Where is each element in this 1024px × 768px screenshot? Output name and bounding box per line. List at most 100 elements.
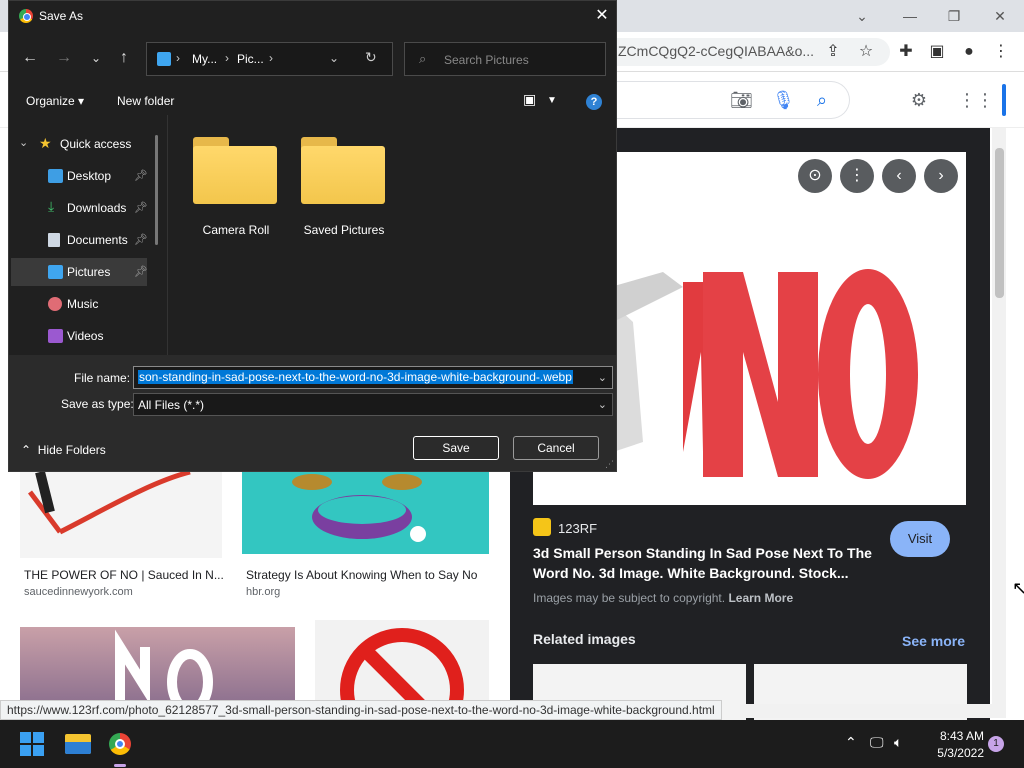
pictures-location-icon: [157, 52, 171, 66]
scrollbar-thumb[interactable]: [995, 148, 1004, 298]
show-hidden-icons-chevron-icon[interactable]: ⌃: [845, 734, 857, 751]
search-placeholder: Search Pictures: [444, 53, 529, 67]
result-thumbnail[interactable]: [242, 472, 489, 554]
smiling-emoji-graphic: [292, 474, 426, 542]
more-options-icon[interactable]: ⋮: [840, 159, 874, 193]
result-thumbnail[interactable]: [20, 627, 295, 707]
result-title[interactable]: Strategy Is About Knowing When to Say No: [246, 568, 477, 582]
save-as-type-dropdown-icon[interactable]: ⌄: [598, 398, 607, 411]
address-dropdown-icon[interactable]: ⌄: [329, 51, 339, 65]
pin-icon[interactable]: 📌︎: [134, 265, 148, 278]
result-thumbnail[interactable]: [20, 472, 222, 558]
organize-label: Organize: [26, 94, 75, 108]
sign-in-button-edge[interactable]: [1002, 84, 1006, 116]
nav-downloads[interactable]: ⤓ Downloads 📌︎: [11, 194, 148, 222]
result-thumbnail[interactable]: [315, 620, 489, 707]
clock-time[interactable]: 8:43 AM: [924, 729, 984, 743]
extensions-icon[interactable]: ✚: [895, 41, 917, 63]
file-list-area: Camera Roll Saved Pictures: [167, 115, 616, 355]
folder-icon: [301, 137, 387, 204]
lens-search-icon[interactable]: ⊙: [798, 159, 832, 193]
command-bar: Organize ▾ New folder ▣ ▼ ?: [9, 87, 616, 115]
new-folder-button[interactable]: New folder: [117, 94, 174, 108]
chrome-taskbar-icon[interactable]: [104, 728, 136, 767]
nav-quick-access[interactable]: ⌄ ★ Quick access: [11, 130, 147, 158]
menu-kebab-icon[interactable]: ⋮: [990, 41, 1012, 63]
pin-icon[interactable]: 📌︎: [134, 201, 148, 214]
search-pictures-box[interactable]: ⌕ Search Pictures: [404, 42, 606, 76]
hide-folders-toggle[interactable]: ⌃ Hide Folders: [21, 443, 106, 457]
nav-videos[interactable]: Videos: [11, 322, 147, 350]
result-title[interactable]: THE POWER OF NO | Sauced In N...: [24, 568, 224, 582]
back-arrow-icon[interactable]: ←: [19, 47, 41, 69]
organize-menu[interactable]: Organize ▾: [26, 94, 84, 108]
nav-label: Pictures: [67, 265, 111, 279]
forward-arrow-icon[interactable]: →: [53, 47, 75, 69]
notification-badge[interactable]: 1: [988, 736, 1004, 752]
pictures-icon: [48, 265, 63, 279]
learn-more-link[interactable]: Learn More: [728, 591, 793, 605]
microphone-icon[interactable]: 🎙︎: [772, 89, 795, 111]
address-path-box[interactable]: › My... › Pic... › ⌄ ↻: [146, 42, 393, 76]
see-more-link[interactable]: See more: [902, 633, 965, 649]
up-arrow-icon[interactable]: ↑: [113, 47, 135, 69]
start-button-windows-icon[interactable]: [20, 732, 44, 756]
file-name-dropdown-icon[interactable]: ⌄: [598, 371, 607, 384]
help-icon[interactable]: ?: [586, 94, 602, 110]
side-panel-icon[interactable]: ▣: [926, 41, 948, 63]
save-as-type-select[interactable]: All Files (*.*) ⌄: [133, 393, 613, 416]
horizontal-scrollbar[interactable]: [740, 704, 1006, 718]
cancel-button[interactable]: Cancel: [513, 436, 599, 460]
pin-icon[interactable]: 📌︎: [134, 233, 148, 246]
expand-chevron-icon[interactable]: ⌄: [19, 136, 28, 149]
nav-music[interactable]: Music: [11, 290, 147, 318]
recent-locations-chevron-icon[interactable]: ⌄: [85, 47, 107, 69]
breadcrumb-pictures[interactable]: Pic...: [237, 52, 264, 66]
camera-icon[interactable]: 📷︎: [730, 89, 753, 111]
share-icon[interactable]: ⇪: [822, 41, 844, 63]
preview-source[interactable]: 123RF: [558, 521, 597, 536]
result-site: saucedinnewyork.com: [24, 586, 133, 598]
dialog-close-icon[interactable]: ✕: [591, 5, 613, 27]
result-site: hbr.org: [246, 586, 281, 598]
preview-title[interactable]: 3d Small Person Standing In Sad Pose Nex…: [533, 543, 883, 583]
restore-icon[interactable]: ❐: [942, 6, 966, 26]
documents-icon: [48, 233, 60, 247]
file-name-input[interactable]: son-standing-in-sad-pose-next-to-the-wor…: [133, 366, 613, 389]
apps-grid-icon[interactable]: ⋮⋮: [958, 89, 994, 111]
breadcrumb-separator-icon: ›: [225, 51, 229, 65]
previous-image-icon[interactable]: ‹: [882, 159, 916, 193]
nav-label: Documents: [67, 233, 128, 247]
folder-camera-roll[interactable]: Camera Roll: [193, 137, 281, 237]
nav-desktop[interactable]: Desktop 📌︎: [11, 162, 148, 190]
nav-pane-scrollbar[interactable]: [155, 135, 158, 245]
volume-icon[interactable]: 🔈︎: [894, 734, 902, 751]
folder-saved-pictures[interactable]: Saved Pictures: [301, 137, 389, 237]
profile-icon[interactable]: ●: [958, 41, 980, 63]
view-options-icon[interactable]: ▣: [523, 91, 536, 108]
pin-icon[interactable]: 📌︎: [134, 169, 148, 182]
settings-gear-icon[interactable]: ⚙: [908, 89, 930, 111]
search-icon[interactable]: ⌕: [811, 89, 833, 111]
resize-grip-icon[interactable]: ⋰: [605, 459, 614, 470]
save-button[interactable]: Save: [413, 436, 499, 460]
breadcrumb-my[interactable]: My...: [192, 52, 217, 66]
visit-button[interactable]: Visit: [890, 521, 950, 557]
view-dropdown-icon[interactable]: ▼: [547, 95, 557, 106]
page-scrollbar[interactable]: [992, 128, 1006, 708]
tab-search-icon[interactable]: ⌄: [850, 6, 874, 26]
red-swoosh-graphic: [28, 472, 191, 535]
refresh-icon[interactable]: ↻: [365, 49, 377, 66]
save-as-type-value: All Files (*.*): [138, 398, 205, 412]
file-explorer-icon[interactable]: [62, 728, 94, 760]
nav-pictures[interactable]: Pictures 📌︎: [11, 258, 148, 286]
network-icon[interactable]: 🖵︎: [870, 734, 884, 751]
google-search-box[interactable]: [580, 81, 850, 119]
clock-date[interactable]: 5/3/2022: [920, 746, 984, 760]
bookmark-star-icon[interactable]: ☆: [855, 41, 877, 63]
next-image-icon[interactable]: ›: [924, 159, 958, 193]
save-as-type-label: Save as type:: [61, 397, 134, 411]
minimize-icon[interactable]: —: [898, 6, 922, 26]
nav-documents[interactable]: Documents 📌︎: [11, 226, 148, 254]
close-window-icon[interactable]: ✕: [988, 6, 1012, 26]
